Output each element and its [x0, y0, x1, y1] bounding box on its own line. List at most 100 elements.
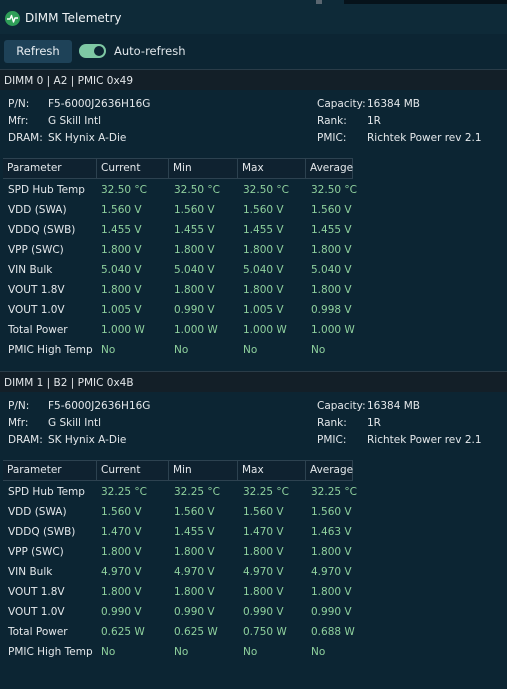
row-min: 1.560 V [174, 506, 215, 518]
column-header-average[interactable]: Average [306, 159, 353, 178]
pn-value: F5-6000J2636H16G [48, 400, 151, 412]
row-parameter: VIN Bulk [8, 566, 53, 578]
row-min: No [174, 646, 189, 658]
row-max: 1.560 V [243, 204, 284, 216]
row-current: 1.800 V [101, 586, 142, 598]
row-min: 1.455 V [174, 526, 215, 538]
row-average: 1.800 V [311, 284, 352, 296]
row-average: 0.990 V [311, 606, 352, 618]
dram-value: SK Hynix A-Die [48, 132, 127, 144]
column-header-max[interactable]: Max [238, 461, 306, 480]
auto-refresh-label: Auto-refresh [114, 44, 186, 58]
column-header-parameter[interactable]: Parameter [3, 159, 97, 178]
row-current: 32.25 °C [101, 486, 147, 498]
row-average: 1.800 V [311, 586, 352, 598]
row-parameter: PMIC High Temp [8, 646, 93, 658]
row-current: 0.625 W [101, 626, 145, 638]
window-edge-mark [344, 0, 507, 4]
row-average: 1.455 V [311, 224, 352, 236]
column-header-average[interactable]: Average [306, 461, 353, 480]
column-header-min[interactable]: Min [169, 159, 238, 178]
row-max: 1.800 V [243, 284, 284, 296]
row-max: 1.560 V [243, 506, 284, 518]
dimm-header-text: DIMM 1 | B2 | PMIC 0x4B [4, 377, 134, 389]
row-current: 1.800 V [101, 244, 142, 256]
dram-value: SK Hynix A-Die [48, 434, 127, 446]
row-parameter: SPD Hub Temp [8, 486, 85, 498]
mfr-label: Mfr: [8, 417, 29, 429]
auto-refresh-toggle[interactable] [79, 44, 106, 58]
column-header-current[interactable]: Current [97, 461, 169, 480]
row-parameter: VOUT 1.8V [8, 586, 65, 598]
toggle-knob [94, 46, 104, 56]
row-current: 0.990 V [101, 606, 142, 618]
column-header-min[interactable]: Min [169, 461, 238, 480]
row-parameter: VDD (SWA) [8, 204, 67, 216]
dram-label: DRAM: [8, 132, 43, 144]
row-max: 1.800 V [243, 586, 284, 598]
row-current: 1.560 V [101, 204, 142, 216]
dram-label: DRAM: [8, 434, 43, 446]
column-header-max[interactable]: Max [238, 159, 306, 178]
row-min: 4.970 V [174, 566, 215, 578]
row-average: 1.560 V [311, 506, 352, 518]
row-current: No [101, 344, 116, 356]
dimm-header-text: DIMM 0 | A2 | PMIC 0x49 [4, 75, 134, 87]
row-min: 5.040 V [174, 264, 215, 276]
row-current: 1.005 V [101, 304, 142, 316]
row-current: 1.000 W [101, 324, 145, 336]
row-parameter: VDDQ (SWB) [8, 224, 76, 236]
capacity-value: 16384 MB [367, 400, 421, 412]
rank-value: 1R [367, 115, 381, 127]
rank-value: 1R [367, 417, 381, 429]
row-min: 1.800 V [174, 284, 215, 296]
row-parameter: VDDQ (SWB) [8, 526, 76, 538]
row-parameter: VPP (SWC) [8, 546, 64, 558]
window-title: DIMM Telemetry [25, 11, 122, 25]
row-max: No [243, 646, 258, 658]
title-bar: DIMM Telemetry [0, 0, 507, 34]
column-header-parameter[interactable]: Parameter [3, 461, 97, 480]
grid-header: Parameter Current Min Max Average [3, 158, 353, 179]
row-min: 32.50 °C [174, 184, 220, 196]
row-max: 32.50 °C [243, 184, 289, 196]
row-min: 32.25 °C [174, 486, 220, 498]
row-parameter: Total Power [8, 626, 68, 638]
row-max: 1.470 V [243, 526, 284, 538]
row-min: 0.625 W [174, 626, 218, 638]
row-min: 0.990 V [174, 304, 215, 316]
row-average: 1.560 V [311, 204, 352, 216]
row-max: 1.005 V [243, 304, 284, 316]
row-average: 1.800 V [311, 546, 352, 558]
row-parameter: VOUT 1.0V [8, 606, 65, 618]
row-max: No [243, 344, 258, 356]
row-max: 32.25 °C [243, 486, 289, 498]
row-current: 1.470 V [101, 526, 142, 538]
pn-label: P/N: [8, 400, 30, 412]
row-max: 4.970 V [243, 566, 284, 578]
pmic-value: Richtek Power rev 2.1 [367, 434, 482, 446]
row-max: 0.990 V [243, 606, 284, 618]
pmic-label: PMIC: [317, 132, 347, 144]
row-average: 0.688 W [311, 626, 355, 638]
refresh-button[interactable]: Refresh [4, 40, 72, 63]
row-current: 1.560 V [101, 506, 142, 518]
row-min: 1.560 V [174, 204, 215, 216]
row-current: No [101, 646, 116, 658]
dimm-section: DIMM 0 | A2 | PMIC 0x49 P/N: F5-6000J263… [0, 69, 507, 371]
mfr-label: Mfr: [8, 115, 29, 127]
row-min: No [174, 344, 189, 356]
column-header-current[interactable]: Current [97, 159, 169, 178]
row-max: 1.000 W [243, 324, 287, 336]
row-parameter: PMIC High Temp [8, 344, 93, 356]
row-average: 4.970 V [311, 566, 352, 578]
row-min: 1.800 V [174, 244, 215, 256]
capacity-value: 16384 MB [367, 98, 421, 110]
row-average: No [311, 646, 326, 658]
row-max: 0.750 W [243, 626, 287, 638]
row-parameter: VPP (SWC) [8, 244, 64, 256]
row-parameter: VDD (SWA) [8, 506, 67, 518]
capacity-label: Capacity: [317, 98, 366, 110]
row-current: 1.455 V [101, 224, 142, 236]
row-current: 5.040 V [101, 264, 142, 276]
